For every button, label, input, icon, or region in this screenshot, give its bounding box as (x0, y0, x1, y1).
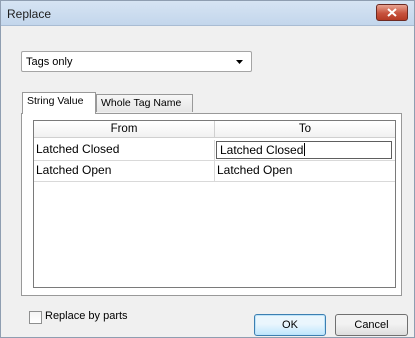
dialog-title: Replace (7, 7, 52, 21)
from-cell[interactable]: Latched Open (34, 161, 214, 181)
ok-button[interactable]: OK (254, 314, 326, 336)
table-row[interactable]: Latched Open Latched Open (34, 161, 395, 182)
scope-dropdown[interactable]: Tags only (21, 51, 252, 72)
replace-grid[interactable]: From To Latched Closed Latched Closed La… (33, 120, 396, 288)
title-bar[interactable]: Replace (1, 1, 414, 26)
to-cell-editor-text: Latched Closed (220, 143, 304, 157)
grid-header: From To (34, 121, 395, 138)
close-button[interactable] (376, 4, 408, 21)
tab-string-value[interactable]: String Value (22, 92, 96, 114)
cell-divider (214, 140, 215, 160)
scope-dropdown-value: Tags only (26, 56, 73, 68)
replace-dialog: Replace Tags only String Value Whole Tag… (0, 0, 415, 338)
table-row[interactable]: Latched Closed Latched Closed (34, 140, 395, 161)
close-icon (387, 8, 397, 17)
to-cell[interactable]: Latched Open (215, 161, 395, 181)
column-header-to[interactable]: To (215, 121, 395, 138)
chevron-down-icon (236, 60, 243, 64)
replace-by-parts-checkbox[interactable] (29, 311, 42, 324)
cancel-button[interactable]: Cancel (335, 314, 408, 336)
from-cell[interactable]: Latched Closed (34, 140, 214, 160)
column-header-from[interactable]: From (34, 121, 214, 138)
text-caret (304, 143, 306, 156)
replace-by-parts-label[interactable]: Replace by parts (45, 310, 128, 322)
to-cell-editor[interactable]: Latched Closed (216, 141, 392, 159)
tab-whole-tag-name[interactable]: Whole Tag Name (96, 94, 193, 112)
